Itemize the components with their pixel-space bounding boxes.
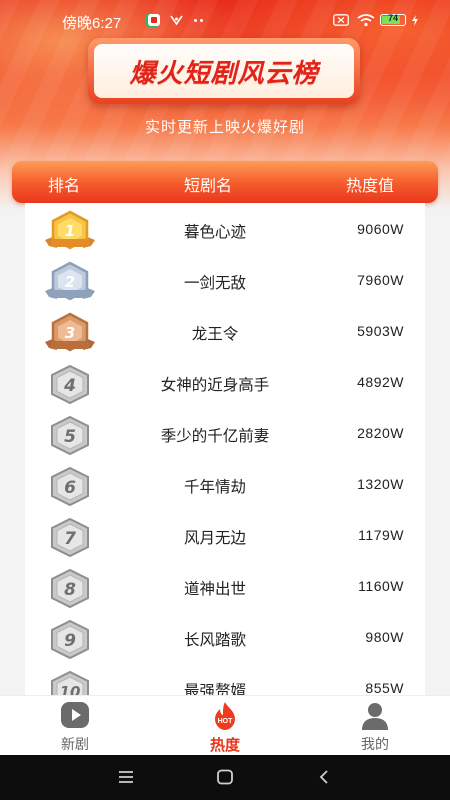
rank-number: 5 [64,427,76,447]
ranking-list[interactable]: 1 暮色心迹 9060W 2 一剑无敌 7960W 3 龙王令 5903W 4 … [25,203,425,695]
home-icon[interactable] [216,768,234,786]
rank-number: 8 [64,580,76,600]
back-icon[interactable] [316,768,334,786]
rank-number: 3 [65,324,75,342]
drama-name: 最强赘婿 [183,682,246,695]
status-time: 傍晚6:27 [62,15,122,32]
heat-value: 1160W [358,578,404,594]
charging-icon [412,15,418,26]
heat-value: 5903W [357,323,404,339]
menu-icon[interactable] [117,768,135,786]
rank-number: 10 [60,683,81,695]
table-row[interactable]: 1 暮色心迹 9060W [25,203,425,254]
rank-hexagon-icon: 6 [51,466,89,507]
heat-value: 980W [365,629,404,645]
tab-label: 我的 [361,737,389,753]
table-header: 排名 短剧名 热度值 [12,161,438,203]
table-row[interactable]: 3 龙王令 5903W [25,305,425,356]
tab-new-dramas[interactable]: 新剧 [20,696,130,756]
tab-label: 热度 [209,736,240,754]
screen: 傍晚6:27 74 爆火短剧风云榜 实时更新上映火爆好剧 排名 短剧名 热度值 … [0,0,450,800]
rank-number: 1 [65,222,75,240]
column-header-name: 短剧名 [184,176,233,195]
rank-number: 6 [64,478,76,498]
heat-value: 855W [365,680,404,695]
heat-value: 1179W [358,527,404,543]
status-bar: 傍晚6:27 74 [0,0,450,40]
drama-name: 季少的千亿前妻 [160,427,270,445]
rank-hexagon-icon: 7 [51,517,89,558]
rank-number: 2 [65,273,75,291]
app-badge-icon [148,14,160,26]
bronze-medal-icon: 3 [45,312,95,352]
table-row[interactable]: 2 一剑无敌 7960W [25,254,425,305]
user-icon [362,703,388,730]
hot-badge-text: HOT [218,718,234,725]
rank-hexagon-icon: 9 [51,619,89,660]
play-icon [61,702,89,728]
tab-label: 新剧 [61,737,89,753]
battery-indicator: 74 [380,13,406,26]
drama-name: 千年情劫 [183,478,246,496]
rank-hexagon-icon: 10 [51,670,89,695]
drama-name: 长风踏歌 [183,631,246,649]
heat-value: 1320W [357,476,404,492]
table-row[interactable]: 10 最强赘婿 855W [25,662,425,695]
drama-name: 一剑无敌 [183,274,246,292]
silver-medal-icon: 2 [45,261,95,301]
page-title: 爆火短剧风云榜 [129,58,319,89]
table-row[interactable]: 7 风月无边 1179W [25,509,425,560]
heat-value: 9060W [357,221,404,237]
table-row[interactable]: 9 长风踏歌 980W [25,611,425,662]
tab-mine[interactable]: 我的 [320,696,430,756]
app-badge-icon-2 [170,15,183,26]
heat-value: 7960W [357,272,404,288]
table-row[interactable]: 5 季少的千亿前妻 2820W [25,407,425,458]
bottom-tab-bar: 新剧 HOT 热度 我的 [0,695,450,755]
more-dot [194,19,197,22]
rank-hexagon-icon: 4 [51,364,89,405]
drama-name: 女神的近身高手 [160,376,270,394]
page-subtitle: 实时更新上映火爆好剧 [144,118,305,136]
drama-name: 道神出世 [183,580,246,598]
battery-level-text: 74 [387,13,398,23]
column-header-rank: 排名 [48,176,81,195]
drama-name: 暮色心迹 [183,223,246,241]
rank-number: 4 [63,376,76,396]
heat-value: 2820W [357,425,404,441]
wifi-icon [357,14,375,27]
table-row[interactable]: 6 千年情劫 1320W [25,458,425,509]
rank-hexagon-icon: 8 [51,568,89,609]
more-dot [200,19,203,22]
table-row[interactable]: 8 道神出世 1160W [25,560,425,611]
mute-icon [333,14,349,26]
column-header-heat: 热度值 [346,176,395,195]
drama-name: 龙王令 [191,325,239,343]
tab-hot[interactable]: HOT 热度 [170,696,280,756]
rank-number: 7 [64,529,76,549]
heat-value: 4892W [357,374,404,390]
title-plate: 爆火短剧风云榜 [88,38,360,104]
gold-medal-icon: 1 [45,210,95,250]
rank-number: 9 [64,631,76,651]
drama-name: 风月无边 [183,529,246,547]
hot-flame-icon: HOT [215,702,235,730]
table-row[interactable]: 4 女神的近身高手 4892W [25,356,425,407]
system-nav-bar [0,755,450,800]
rank-hexagon-icon: 5 [51,415,89,456]
